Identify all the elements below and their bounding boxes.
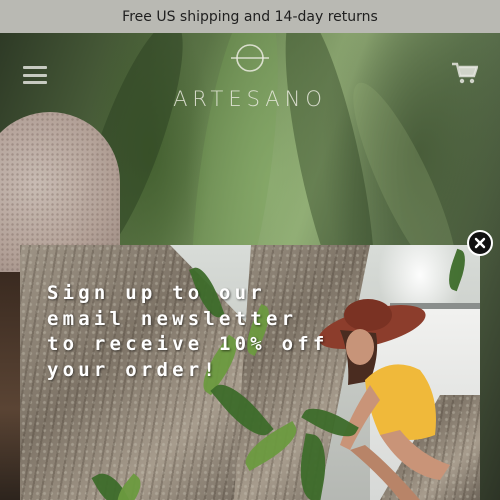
close-icon xyxy=(474,237,486,249)
announcement-text: Free US shipping and 14-day returns xyxy=(122,8,378,25)
shopping-cart-icon[interactable] xyxy=(452,62,478,84)
brand-logo[interactable]: ARTESANO xyxy=(150,40,350,112)
circle-crossed-logo-icon xyxy=(231,44,269,72)
brand-name: ARTESANO xyxy=(173,87,327,111)
newsletter-headline: Sign up to our email newsletter to recei… xyxy=(47,282,329,381)
announcement-bar: Free US shipping and 14-day returns xyxy=(0,0,500,33)
close-popup-button[interactable] xyxy=(467,230,493,256)
hamburger-menu-icon[interactable] xyxy=(23,66,47,84)
newsletter-popup: Sign up to our email newsletter to recei… xyxy=(20,245,480,500)
hero-edge xyxy=(0,272,20,500)
